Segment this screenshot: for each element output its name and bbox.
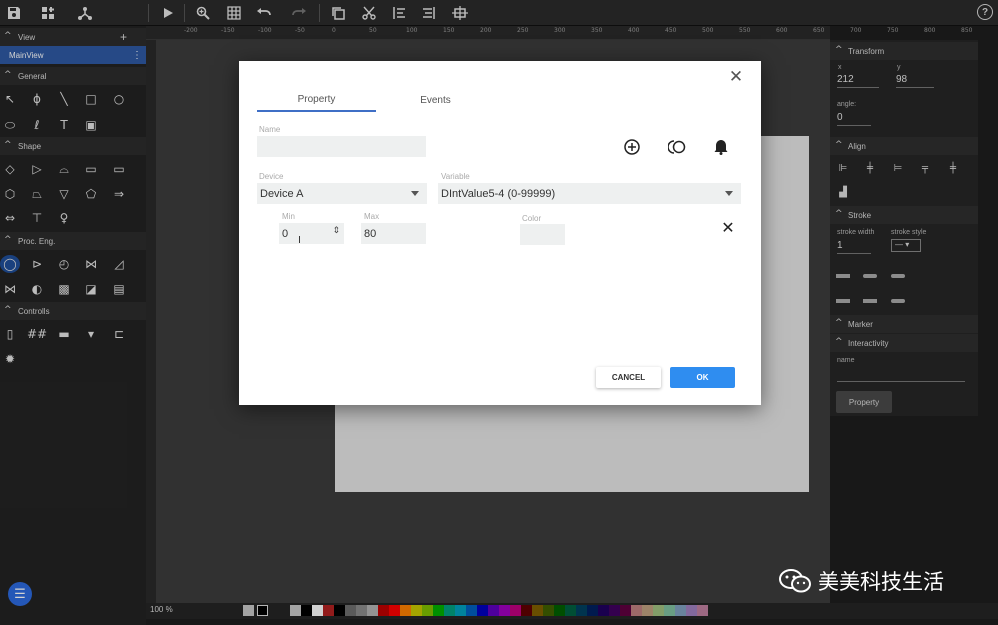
ok-button[interactable]: OK	[670, 367, 735, 388]
close-icon[interactable]: ✕	[725, 66, 747, 88]
variable-value: DIntValue5-4 (0-99999)	[441, 187, 556, 200]
wechat-icon	[779, 569, 811, 593]
bell-icon[interactable]	[710, 136, 732, 158]
tab-property[interactable]: Property	[257, 88, 376, 112]
name-field[interactable]	[257, 136, 426, 157]
color-picker[interactable]	[520, 224, 565, 245]
watermark-text: 美美科技生活	[818, 570, 944, 594]
max-label: Max	[364, 212, 380, 221]
max-input[interactable]: 80	[361, 223, 426, 244]
spinner-icon[interactable]: ⇕	[332, 226, 340, 236]
min-label: Min	[282, 212, 295, 221]
tab-events[interactable]: Events	[376, 88, 495, 112]
variable-select[interactable]: DIntValue5-4 (0-99999)	[438, 183, 741, 204]
toggle-icon[interactable]	[666, 136, 688, 158]
device-label: Device	[259, 172, 284, 181]
min-input[interactable]: 0 ⇕	[279, 223, 344, 244]
color-label: Color	[522, 214, 542, 223]
device-select[interactable]: Device A	[257, 183, 427, 204]
dropdown-arrow-icon	[725, 191, 733, 196]
text-cursor-icon: I	[298, 235, 301, 246]
min-value: 0	[282, 227, 289, 240]
cancel-button[interactable]: CANCEL	[596, 367, 661, 388]
variable-label: Variable	[441, 172, 470, 181]
watermark: 美美科技生活	[778, 568, 944, 594]
remove-row-icon[interactable]: ✕	[717, 216, 739, 238]
name-field-label: Name	[259, 125, 281, 134]
max-value: 80	[364, 227, 377, 240]
property-dialog: ✕ Property Events Name Device Device A V…	[239, 61, 761, 405]
device-value: Device A	[260, 187, 304, 200]
dropdown-arrow-icon	[411, 191, 419, 196]
add-circle-icon[interactable]	[621, 136, 643, 158]
